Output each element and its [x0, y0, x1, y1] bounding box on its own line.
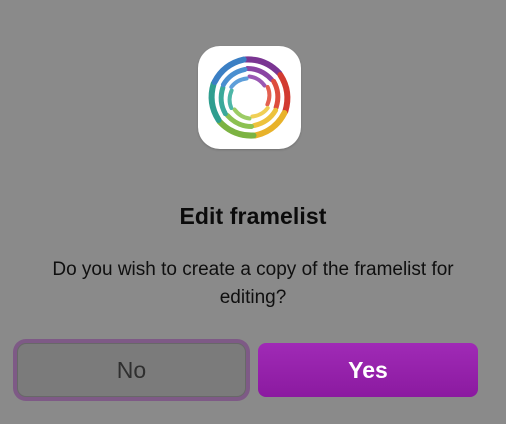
- no-button[interactable]: No: [17, 343, 246, 397]
- yes-button[interactable]: Yes: [258, 343, 478, 397]
- dialog-title: Edit framelist: [179, 203, 327, 229]
- dialog-message: Do you wish to create a copy of the fram…: [52, 259, 454, 308]
- edit-framelist-dialog: Edit framelist Do you wish to create a c…: [0, 0, 506, 424]
- app-swirl-icon: [198, 46, 301, 149]
